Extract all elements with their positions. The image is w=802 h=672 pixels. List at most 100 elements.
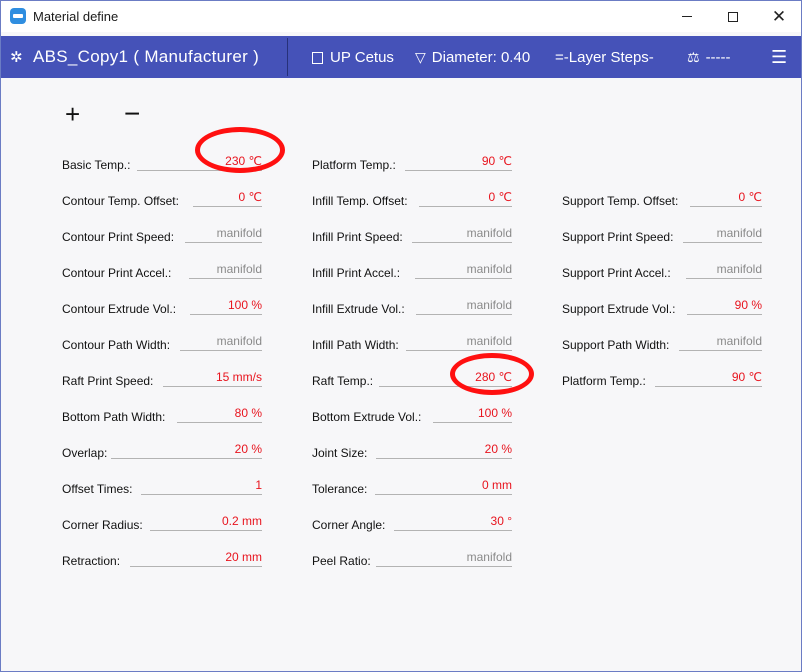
- field-label: Support Print Accel.:: [562, 266, 671, 280]
- field-label: Offset Times:: [62, 482, 133, 496]
- field-label: Bottom Extrude Vol.:: [312, 410, 422, 424]
- retraction-input[interactable]: 20 mm: [130, 547, 262, 567]
- field-label: Joint Size:: [312, 446, 368, 460]
- infill-extrude-vol-input[interactable]: manifold: [416, 295, 512, 315]
- field-bottom-path-width: Bottom Path Width: 80 %: [62, 403, 262, 425]
- platform-temp-input[interactable]: 90 ℃: [405, 151, 512, 171]
- support-print-accel-input[interactable]: manifold: [686, 259, 762, 279]
- field-label: Infill Print Speed:: [312, 230, 403, 244]
- support-temp-offset-input[interactable]: 0 ℃: [690, 187, 762, 207]
- support-path-width-input[interactable]: manifold: [679, 331, 762, 351]
- bottom-extrude-vol-input[interactable]: 100 %: [433, 403, 512, 423]
- field-overlap: Overlap: 20 %: [62, 439, 262, 461]
- infill-print-speed-input[interactable]: manifold: [412, 223, 512, 243]
- joint-size-input[interactable]: 20 %: [376, 439, 512, 459]
- support-print-speed-input[interactable]: manifold: [683, 223, 762, 243]
- window-title: Material define: [33, 9, 119, 24]
- field-infill-path-width: Infill Path Width: manifold: [312, 331, 512, 353]
- infill-path-width-input[interactable]: manifold: [406, 331, 512, 351]
- field-raft-print-speed: Raft Print Speed: 15 mm/s: [62, 367, 262, 389]
- field-label: Peel Ratio:: [312, 554, 371, 568]
- field-label: Support Print Speed:: [562, 230, 674, 244]
- scale-selector[interactable]: ⚖ -----: [687, 36, 731, 78]
- field-label: Infill Print Accel.:: [312, 266, 401, 280]
- field-support-print-speed: Support Print Speed: manifold: [562, 223, 762, 245]
- corner-radius-input[interactable]: 0.2 mm: [150, 511, 262, 531]
- field-label: Tolerance:: [312, 482, 368, 496]
- field-label: Contour Print Accel.:: [62, 266, 172, 280]
- field-tolerance: Tolerance: 0 mm: [312, 475, 512, 497]
- material-name-selector[interactable]: ABS_Copy1 ( Manufacturer ): [33, 36, 259, 78]
- infill-temp-offset-input[interactable]: 0 ℃: [419, 187, 512, 207]
- header-divider: [287, 38, 288, 76]
- hamburger-menu-icon[interactable]: ☰: [771, 36, 787, 78]
- layer-steps-selector[interactable]: =-Layer Steps-: [555, 36, 654, 78]
- field-platform-temp: Platform Temp.: 90 ℃: [312, 151, 512, 173]
- raft-print-speed-input[interactable]: 15 mm/s: [163, 367, 262, 387]
- support-extrude-vol-input[interactable]: 90 %: [687, 295, 762, 315]
- material-gear-icon[interactable]: ✲: [10, 36, 23, 78]
- field-label: Infill Temp. Offset:: [312, 194, 408, 208]
- field-label: Corner Angle:: [312, 518, 386, 532]
- field-support-temp-offset: Support Temp. Offset: 0 ℃: [562, 187, 762, 209]
- support-platform-temp-input[interactable]: 90 ℃: [655, 367, 762, 387]
- field-contour-print-speed: Contour Print Speed: manifold: [62, 223, 262, 245]
- nozzle-diameter-selector[interactable]: ▽ Diameter: 0.40: [415, 36, 530, 78]
- field-infill-print-accel: Infill Print Accel.: manifold: [312, 259, 512, 281]
- field-offset-times: Offset Times: 1: [62, 475, 262, 497]
- field-support-print-accel: Support Print Accel.: manifold: [562, 259, 762, 281]
- contour-print-speed-input[interactable]: manifold: [185, 223, 262, 243]
- field-support-path-width: Support Path Width: manifold: [562, 331, 762, 353]
- printer-selector[interactable]: UP Cetus: [312, 36, 394, 78]
- field-label: Retraction:: [62, 554, 121, 568]
- contour-path-width-input[interactable]: manifold: [180, 331, 262, 351]
- field-infill-print-speed: Infill Print Speed: manifold: [312, 223, 512, 245]
- field-contour-temp-offset: Contour Temp. Offset: 0 ℃: [62, 187, 262, 209]
- corner-angle-input[interactable]: 30 °: [394, 511, 512, 531]
- field-contour-path-width: Contour Path Width: manifold: [62, 331, 262, 353]
- bottom-path-width-input[interactable]: 80 %: [177, 403, 262, 423]
- add-material-button[interactable]: +: [65, 99, 80, 129]
- tolerance-input[interactable]: 0 mm: [375, 475, 512, 495]
- printer-label: UP Cetus: [330, 48, 394, 66]
- field-label: Platform Temp.:: [562, 374, 646, 388]
- field-label: Contour Path Width:: [62, 338, 171, 352]
- field-contour-print-accel: Contour Print Accel.: manifold: [62, 259, 262, 281]
- field-infill-temp-offset: Infill Temp. Offset: 0 ℃: [312, 187, 512, 209]
- diameter-label: Diameter: 0.40: [431, 48, 531, 66]
- contour-print-accel-input[interactable]: manifold: [189, 259, 262, 279]
- annotation-circle-raft-temp: [450, 353, 534, 395]
- close-button[interactable]: ✕: [756, 1, 801, 32]
- close-icon: ✕: [771, 7, 787, 26]
- remove-material-button[interactable]: −: [124, 99, 140, 129]
- annotation-circle-basic-temp: [195, 127, 285, 173]
- maximize-icon: [728, 11, 738, 22]
- field-label: Infill Extrude Vol.:: [312, 302, 405, 316]
- field-label: Infill Path Width:: [312, 338, 399, 352]
- offset-times-input[interactable]: 1: [141, 475, 262, 495]
- material-define-window: Material define ✕ ✲ ABS_Copy1 ( Manufact…: [0, 0, 802, 672]
- field-label: Bottom Path Width:: [62, 410, 166, 424]
- overlap-input[interactable]: 20 %: [111, 439, 262, 459]
- field-label: Contour Print Speed:: [62, 230, 175, 244]
- infill-print-accel-input[interactable]: manifold: [415, 259, 512, 279]
- peel-ratio-input[interactable]: manifold: [376, 547, 512, 567]
- field-label: Basic Temp.:: [62, 158, 131, 172]
- contour-extrude-vol-input[interactable]: 100 %: [190, 295, 262, 315]
- contour-temp-offset-input[interactable]: 0 ℃: [193, 187, 262, 207]
- field-label: Platform Temp.:: [312, 158, 396, 172]
- field-infill-extrude-vol: Infill Extrude Vol.: manifold: [312, 295, 512, 317]
- app-icon: [10, 8, 26, 24]
- minimize-icon: [682, 16, 692, 17]
- field-label: Support Extrude Vol.:: [562, 302, 676, 316]
- nozzle-icon: ▽: [415, 48, 426, 65]
- minimize-button[interactable]: [664, 1, 710, 32]
- field-support-platform-temp: Platform Temp.: 90 ℃: [562, 367, 762, 389]
- field-label: Corner Radius:: [62, 518, 143, 532]
- field-contour-extrude-vol: Contour Extrude Vol.: 100 %: [62, 295, 262, 317]
- field-label: Support Temp. Offset:: [562, 194, 679, 208]
- title-bar: Material define ✕: [1, 1, 801, 32]
- maximize-button[interactable]: [710, 1, 756, 32]
- material-header-bar: ✲ ABS_Copy1 ( Manufacturer ) UP Cetus ▽ …: [1, 36, 801, 78]
- printer-icon: [312, 52, 323, 64]
